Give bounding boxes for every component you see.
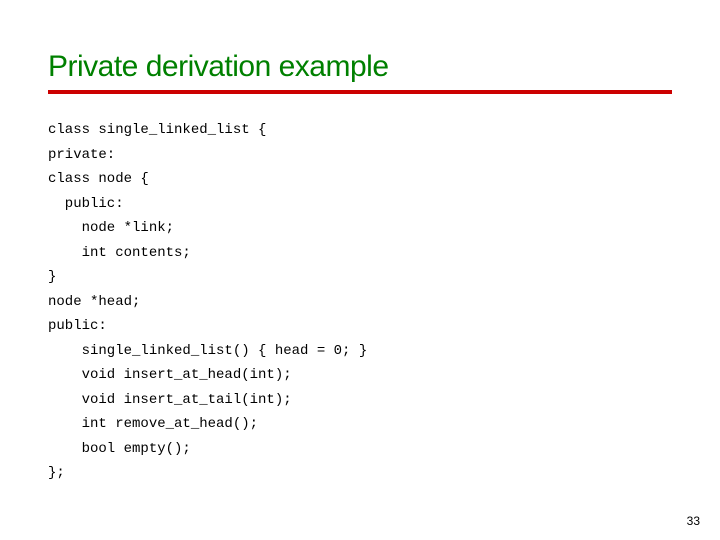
code-line: node *link; [48, 220, 174, 236]
code-line: int remove_at_head(); [48, 416, 258, 432]
code-line: } [48, 269, 56, 285]
title-rule [48, 90, 672, 94]
code-line: void insert_at_head(int); [48, 367, 292, 383]
code-line: single_linked_list() { head = 0; } [48, 343, 367, 359]
code-line: int contents; [48, 245, 191, 261]
code-line: private: [48, 147, 115, 163]
page-number: 33 [687, 514, 700, 528]
code-line: class node { [48, 171, 149, 187]
code-line: public: [48, 318, 107, 334]
page-title: Private derivation example [48, 50, 672, 84]
code-line: node *head; [48, 294, 140, 310]
code-line: void insert_at_tail(int); [48, 392, 292, 408]
code-line: }; [48, 465, 65, 481]
code-block: class single_linked_list { private: clas… [48, 118, 672, 486]
code-line: class single_linked_list { [48, 122, 266, 138]
slide: Private derivation example class single_… [0, 0, 720, 540]
code-line: public: [48, 196, 124, 212]
code-line: bool empty(); [48, 441, 191, 457]
